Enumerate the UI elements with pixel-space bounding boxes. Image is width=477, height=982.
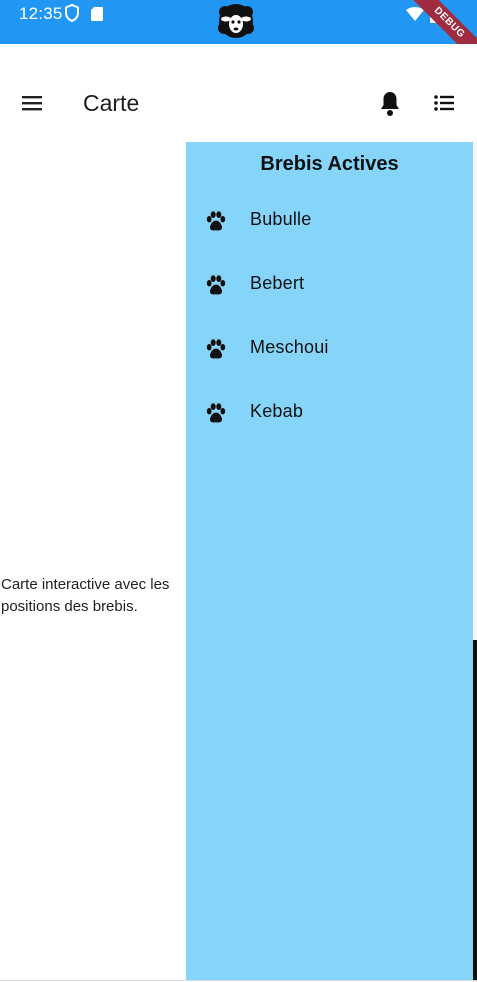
sheep-logo-icon bbox=[218, 4, 254, 38]
status-bar: 12:35 DEBUG bbox=[0, 0, 477, 62]
sheep-name: Meschoui bbox=[250, 337, 329, 357]
app-bar: Carte bbox=[0, 44, 477, 142]
paw-icon bbox=[206, 211, 226, 231]
sheep-list-item[interactable]: Kebab bbox=[186, 381, 473, 445]
shield-icon bbox=[65, 4, 79, 22]
panel-title: Brebis Actives bbox=[260, 153, 399, 175]
map-area[interactable]: Carte interactive avec les positions des… bbox=[0, 142, 186, 980]
sheep-list: Bubulle Bebert Meschoui Kebab bbox=[186, 189, 473, 445]
scrollbar[interactable] bbox=[473, 640, 477, 980]
sheep-name: Bebert bbox=[250, 273, 305, 293]
bell-icon[interactable] bbox=[376, 89, 404, 117]
paw-icon bbox=[206, 275, 226, 295]
paw-icon bbox=[206, 339, 226, 359]
menu-icon[interactable] bbox=[18, 91, 46, 115]
bottom-divider bbox=[0, 980, 477, 981]
active-sheep-panel: Brebis Actives Bubulle Bebert Meschoui K… bbox=[186, 142, 473, 980]
status-time: 12:35 bbox=[19, 4, 63, 23]
sheep-name: Kebab bbox=[250, 401, 304, 421]
list-icon[interactable] bbox=[430, 89, 460, 117]
map-description: Carte interactive avec les positions des… bbox=[1, 576, 170, 615]
sheep-list-item[interactable]: Bubulle bbox=[186, 189, 473, 253]
sheep-name: Bubulle bbox=[250, 209, 312, 229]
paw-icon bbox=[206, 403, 226, 423]
sd-card-icon bbox=[91, 7, 103, 21]
sheep-list-item[interactable]: Bebert bbox=[186, 253, 473, 317]
sheep-list-item[interactable]: Meschoui bbox=[186, 317, 473, 381]
page-title: Carte bbox=[83, 90, 140, 116]
